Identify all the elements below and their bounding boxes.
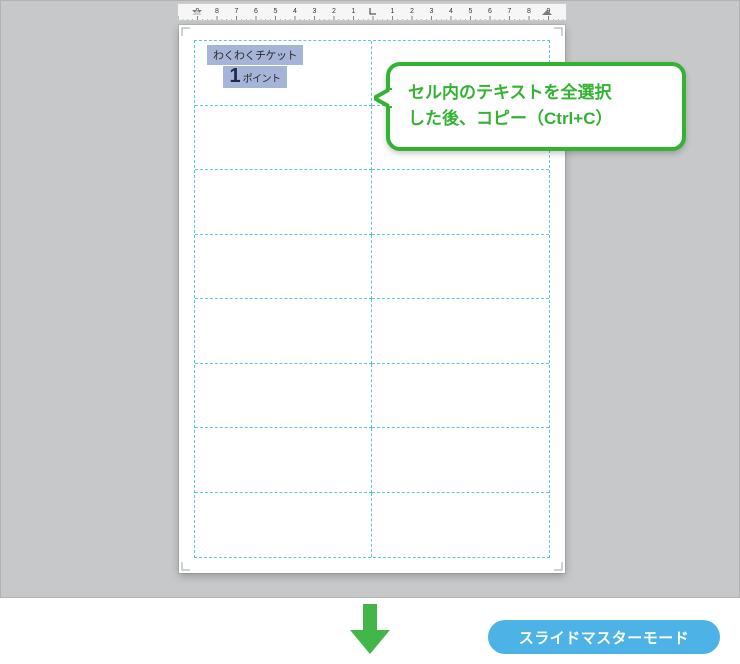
callout-line: した後、コピー（Ctrl+C） xyxy=(408,106,664,132)
crop-mark-icon xyxy=(181,27,191,37)
table-cell[interactable] xyxy=(372,364,549,429)
ticket-unit: ポイント xyxy=(243,70,281,85)
svg-text:6: 6 xyxy=(254,8,258,15)
table-cell[interactable] xyxy=(195,106,372,171)
svg-text:3: 3 xyxy=(313,8,317,15)
svg-text:4: 4 xyxy=(449,8,453,15)
crop-mark-icon xyxy=(553,561,563,571)
svg-text:4: 4 xyxy=(293,8,297,15)
callout-tail-icon xyxy=(374,88,392,108)
table-cell[interactable] xyxy=(372,170,549,235)
svg-text:7: 7 xyxy=(235,8,239,15)
table-cell[interactable] xyxy=(195,493,372,558)
ticket-text-selection[interactable]: わくわくチケット 1 ポイント xyxy=(207,45,303,88)
table-cell[interactable] xyxy=(372,493,549,558)
svg-text:1: 1 xyxy=(352,8,356,15)
svg-text:3: 3 xyxy=(430,8,434,15)
ruler-indent-right-icon[interactable] xyxy=(542,3,552,21)
table-cell[interactable] xyxy=(195,235,372,300)
svg-text:7: 7 xyxy=(508,8,512,15)
ticket-number: 1 xyxy=(229,66,240,86)
ticket-title: わくわくチケット xyxy=(207,45,303,65)
table-cell[interactable] xyxy=(195,428,372,493)
ruler-ticks: 987654321123456789 xyxy=(178,4,566,20)
svg-text:2: 2 xyxy=(332,8,336,15)
svg-text:8: 8 xyxy=(215,8,219,15)
table-cell[interactable] xyxy=(372,428,549,493)
table-cell[interactable] xyxy=(195,170,372,235)
svg-text:5: 5 xyxy=(469,8,473,15)
horizontal-ruler[interactable]: 987654321123456789 xyxy=(177,3,567,21)
crop-mark-icon xyxy=(553,27,563,37)
mode-indicator-label: スライドマスターモード xyxy=(519,627,690,648)
ruler-indent-left-icon[interactable] xyxy=(192,3,202,21)
table-cell[interactable] xyxy=(372,235,549,300)
svg-text:8: 8 xyxy=(527,8,531,15)
arrow-down-icon xyxy=(350,604,390,654)
table-cell[interactable] xyxy=(195,364,372,429)
svg-text:5: 5 xyxy=(274,8,278,15)
crop-mark-icon xyxy=(181,561,191,571)
callout-line: セル内のテキストを全選択 xyxy=(408,80,664,106)
svg-text:1: 1 xyxy=(391,8,395,15)
mode-indicator: スライドマスターモード xyxy=(488,620,720,654)
svg-text:6: 6 xyxy=(488,8,492,15)
table-cell[interactable] xyxy=(195,299,372,364)
table-cell[interactable] xyxy=(372,299,549,364)
table-cell[interactable]: わくわくチケット 1 ポイント xyxy=(195,41,372,106)
instruction-callout: セル内のテキストを全選択 した後、コピー（Ctrl+C） xyxy=(386,62,686,151)
svg-text:2: 2 xyxy=(410,8,414,15)
